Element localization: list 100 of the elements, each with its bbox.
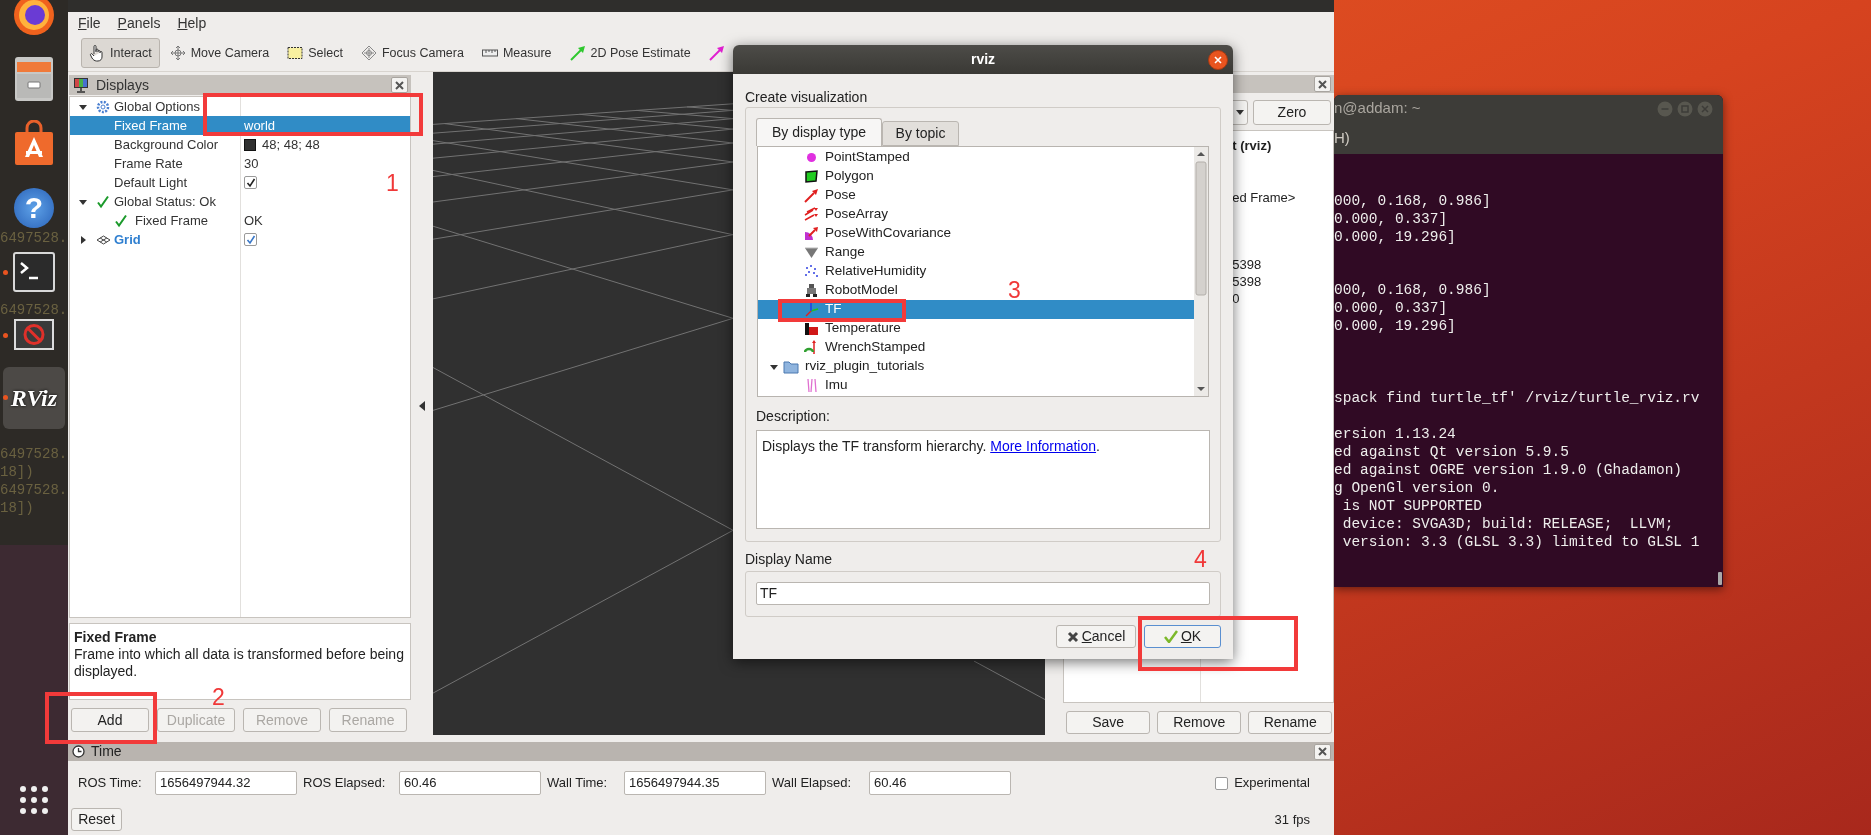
tree-row[interactable]: Frame Rate 30 <box>70 154 370 173</box>
property-name: Global Options <box>114 97 200 116</box>
panel-button[interactable]: Rename <box>1248 711 1333 734</box>
section-label: Display Name <box>745 550 833 567</box>
window-title: n@addam: ~ <box>1334 98 1421 119</box>
terminal-line: 0.000, 0.337] <box>1334 210 1448 228</box>
panel-button[interactable]: Save <box>1066 711 1151 734</box>
more-information-link[interactable]: More Information <box>990 438 1097 454</box>
field-label: ROS Time: <box>78 774 143 793</box>
ok-button[interactable]: OK <box>1144 625 1221 648</box>
property-name: Fixed Frame <box>114 116 187 135</box>
tool-button[interactable]: Select <box>279 38 351 68</box>
rviz-logo[interactable]: RViz <box>3 367 65 429</box>
list-item[interactable]: PoseWithCovariance <box>758 224 998 243</box>
list-item[interactable]: Imu <box>758 376 998 395</box>
list-item[interactable]: PoseArray <box>758 205 998 224</box>
window-title: rviz <box>970 50 996 69</box>
list-item[interactable]: WrenchStamped <box>758 338 998 357</box>
field-label: Wall Elapsed: <box>772 774 852 793</box>
text-field[interactable]: 1656497944.35 <box>624 771 766 795</box>
annotation-number: 3 <box>1008 277 1021 303</box>
backdrop-text: 6497528. <box>0 445 68 463</box>
panel-button[interactable]: Remove <box>1157 711 1242 734</box>
tab[interactable]: By topic <box>882 121 959 146</box>
text-field[interactable]: 60.46 <box>869 771 1011 795</box>
property-name: Global Status: Ok <box>114 192 216 211</box>
panel-button[interactable]: Add <box>71 708 149 732</box>
property-value: 48; 48; 48 <box>262 135 320 154</box>
terminal-line: 0.000, 0.337] <box>1334 299 1448 317</box>
list-item[interactable]: rviz_plugin_tutorials <box>758 357 998 376</box>
text-field[interactable]: 60.46 <box>399 771 541 795</box>
checkbox-label: Experimental <box>1234 774 1310 793</box>
tree-row[interactable]: Global Options <box>70 97 370 116</box>
field-label: Wall Time: <box>547 774 609 793</box>
property-name: Frame Rate <box>114 154 183 173</box>
annotation-number: 4 <box>1194 546 1207 572</box>
backdrop-text: 6497528. <box>0 301 68 319</box>
backdrop-text: 18]) <box>0 463 34 481</box>
list-item[interactable]: Temperature <box>758 319 998 338</box>
section-label: Description: <box>756 407 830 424</box>
tool-button[interactable]: Measure <box>473 38 560 68</box>
terminal-line: is NOT SUPPORTED <box>1341 497 1482 515</box>
menu-item[interactable]: Help <box>177 13 207 34</box>
input-field[interactable]: TF <box>756 582 1210 605</box>
description-text: Frame into which all data is transformed before being displayed. <box>74 646 405 680</box>
section-label: Create visualization <box>745 88 868 105</box>
tree-row[interactable]: Grid <box>70 230 370 249</box>
description-text: Displays the TF transform hierarchy. More Information. <box>762 437 1101 456</box>
tool-button[interactable]: Interact <box>81 38 160 68</box>
terminal-line: ersion 1.13.24 <box>1334 425 1456 443</box>
list-item[interactable]: Range <box>758 243 998 262</box>
backdrop-text: 6497528. <box>0 229 68 247</box>
property-value: 30 <box>244 154 259 173</box>
menu-item[interactable]: Panels <box>117 13 161 34</box>
field-label: ROS Elapsed: <box>303 774 387 793</box>
annotation-number: 1 <box>386 170 399 196</box>
terminal-line: 0.000, 19.296] <box>1334 317 1456 335</box>
text-field[interactable]: 1656497944.32 <box>155 771 297 795</box>
list-item[interactable]: Polygon <box>758 167 998 186</box>
backdrop-text: 18]) <box>0 499 34 517</box>
tree-row[interactable]: Default Light <box>70 173 370 192</box>
tree-row[interactable]: Fixed Frame OK <box>70 211 370 230</box>
list-item[interactable]: RobotModel <box>758 281 998 300</box>
panel-title: Time <box>91 742 122 761</box>
list-item[interactable]: PointStamped <box>758 148 998 167</box>
terminal-line: 000, 0.168, 0.986] <box>1334 281 1491 299</box>
property-name: Default Light <box>114 173 187 192</box>
property-text: 5398 <box>1232 273 1262 289</box>
description-title: Fixed Frame <box>74 629 158 646</box>
terminal-line: 0.000, 19.296] <box>1334 228 1456 246</box>
property-value: world <box>244 116 276 135</box>
terminal-line: device: SVGA3D; build: RELEASE; LLVM; <box>1341 515 1674 533</box>
list-item[interactable]: Pose <box>758 186 998 205</box>
terminal-line: spack find turtle_tf' /rviz/turtle_rviz.rv <box>1334 389 1700 407</box>
backdrop-text: 6497528. <box>0 481 68 499</box>
property-text: 0 <box>1232 290 1240 306</box>
annotation-number: 2 <box>212 684 225 710</box>
property-name: Background Color <box>114 135 219 154</box>
terminal-line: ed against OGRE version 1.9.0 (Ghadamon) <box>1334 461 1683 479</box>
tool-button[interactable]: Move Camera <box>161 38 278 68</box>
terminal-line: version: 3.3 (GLSL 3.3) limited to GLSL 1 <box>1341 533 1700 551</box>
tree-row[interactable]: Global Status: Ok <box>70 192 370 211</box>
menu-item[interactable]: File <box>78 13 101 34</box>
tab[interactable]: By display type <box>756 118 882 146</box>
fps-counter: 31 fps <box>1274 810 1310 829</box>
reset-button[interactable]: Reset <box>71 808 122 831</box>
terminal-line: 000, 0.168, 0.986] <box>1334 192 1491 210</box>
property-name: Grid <box>114 230 141 249</box>
list-item[interactable]: RelativeHumidity <box>758 262 998 281</box>
tool-button[interactable]: 2D Pose Estimate <box>561 38 699 68</box>
panel-title: Displays <box>96 75 149 95</box>
menu-item[interactable]: H) <box>1334 126 1350 150</box>
cancel-button[interactable]: Cancel <box>1056 625 1136 648</box>
terminal-line: g OpenGl version 0. <box>1334 479 1500 497</box>
zero-button[interactable]: Zero <box>1253 100 1331 125</box>
property-value: OK <box>244 211 263 230</box>
property-text: 5398 <box>1232 256 1262 272</box>
property-name: Fixed Frame <box>135 211 208 230</box>
tree-row[interactable]: Background Color 48; 48; 48 <box>70 135 370 154</box>
tool-button[interactable]: Focus Camera <box>352 38 472 68</box>
